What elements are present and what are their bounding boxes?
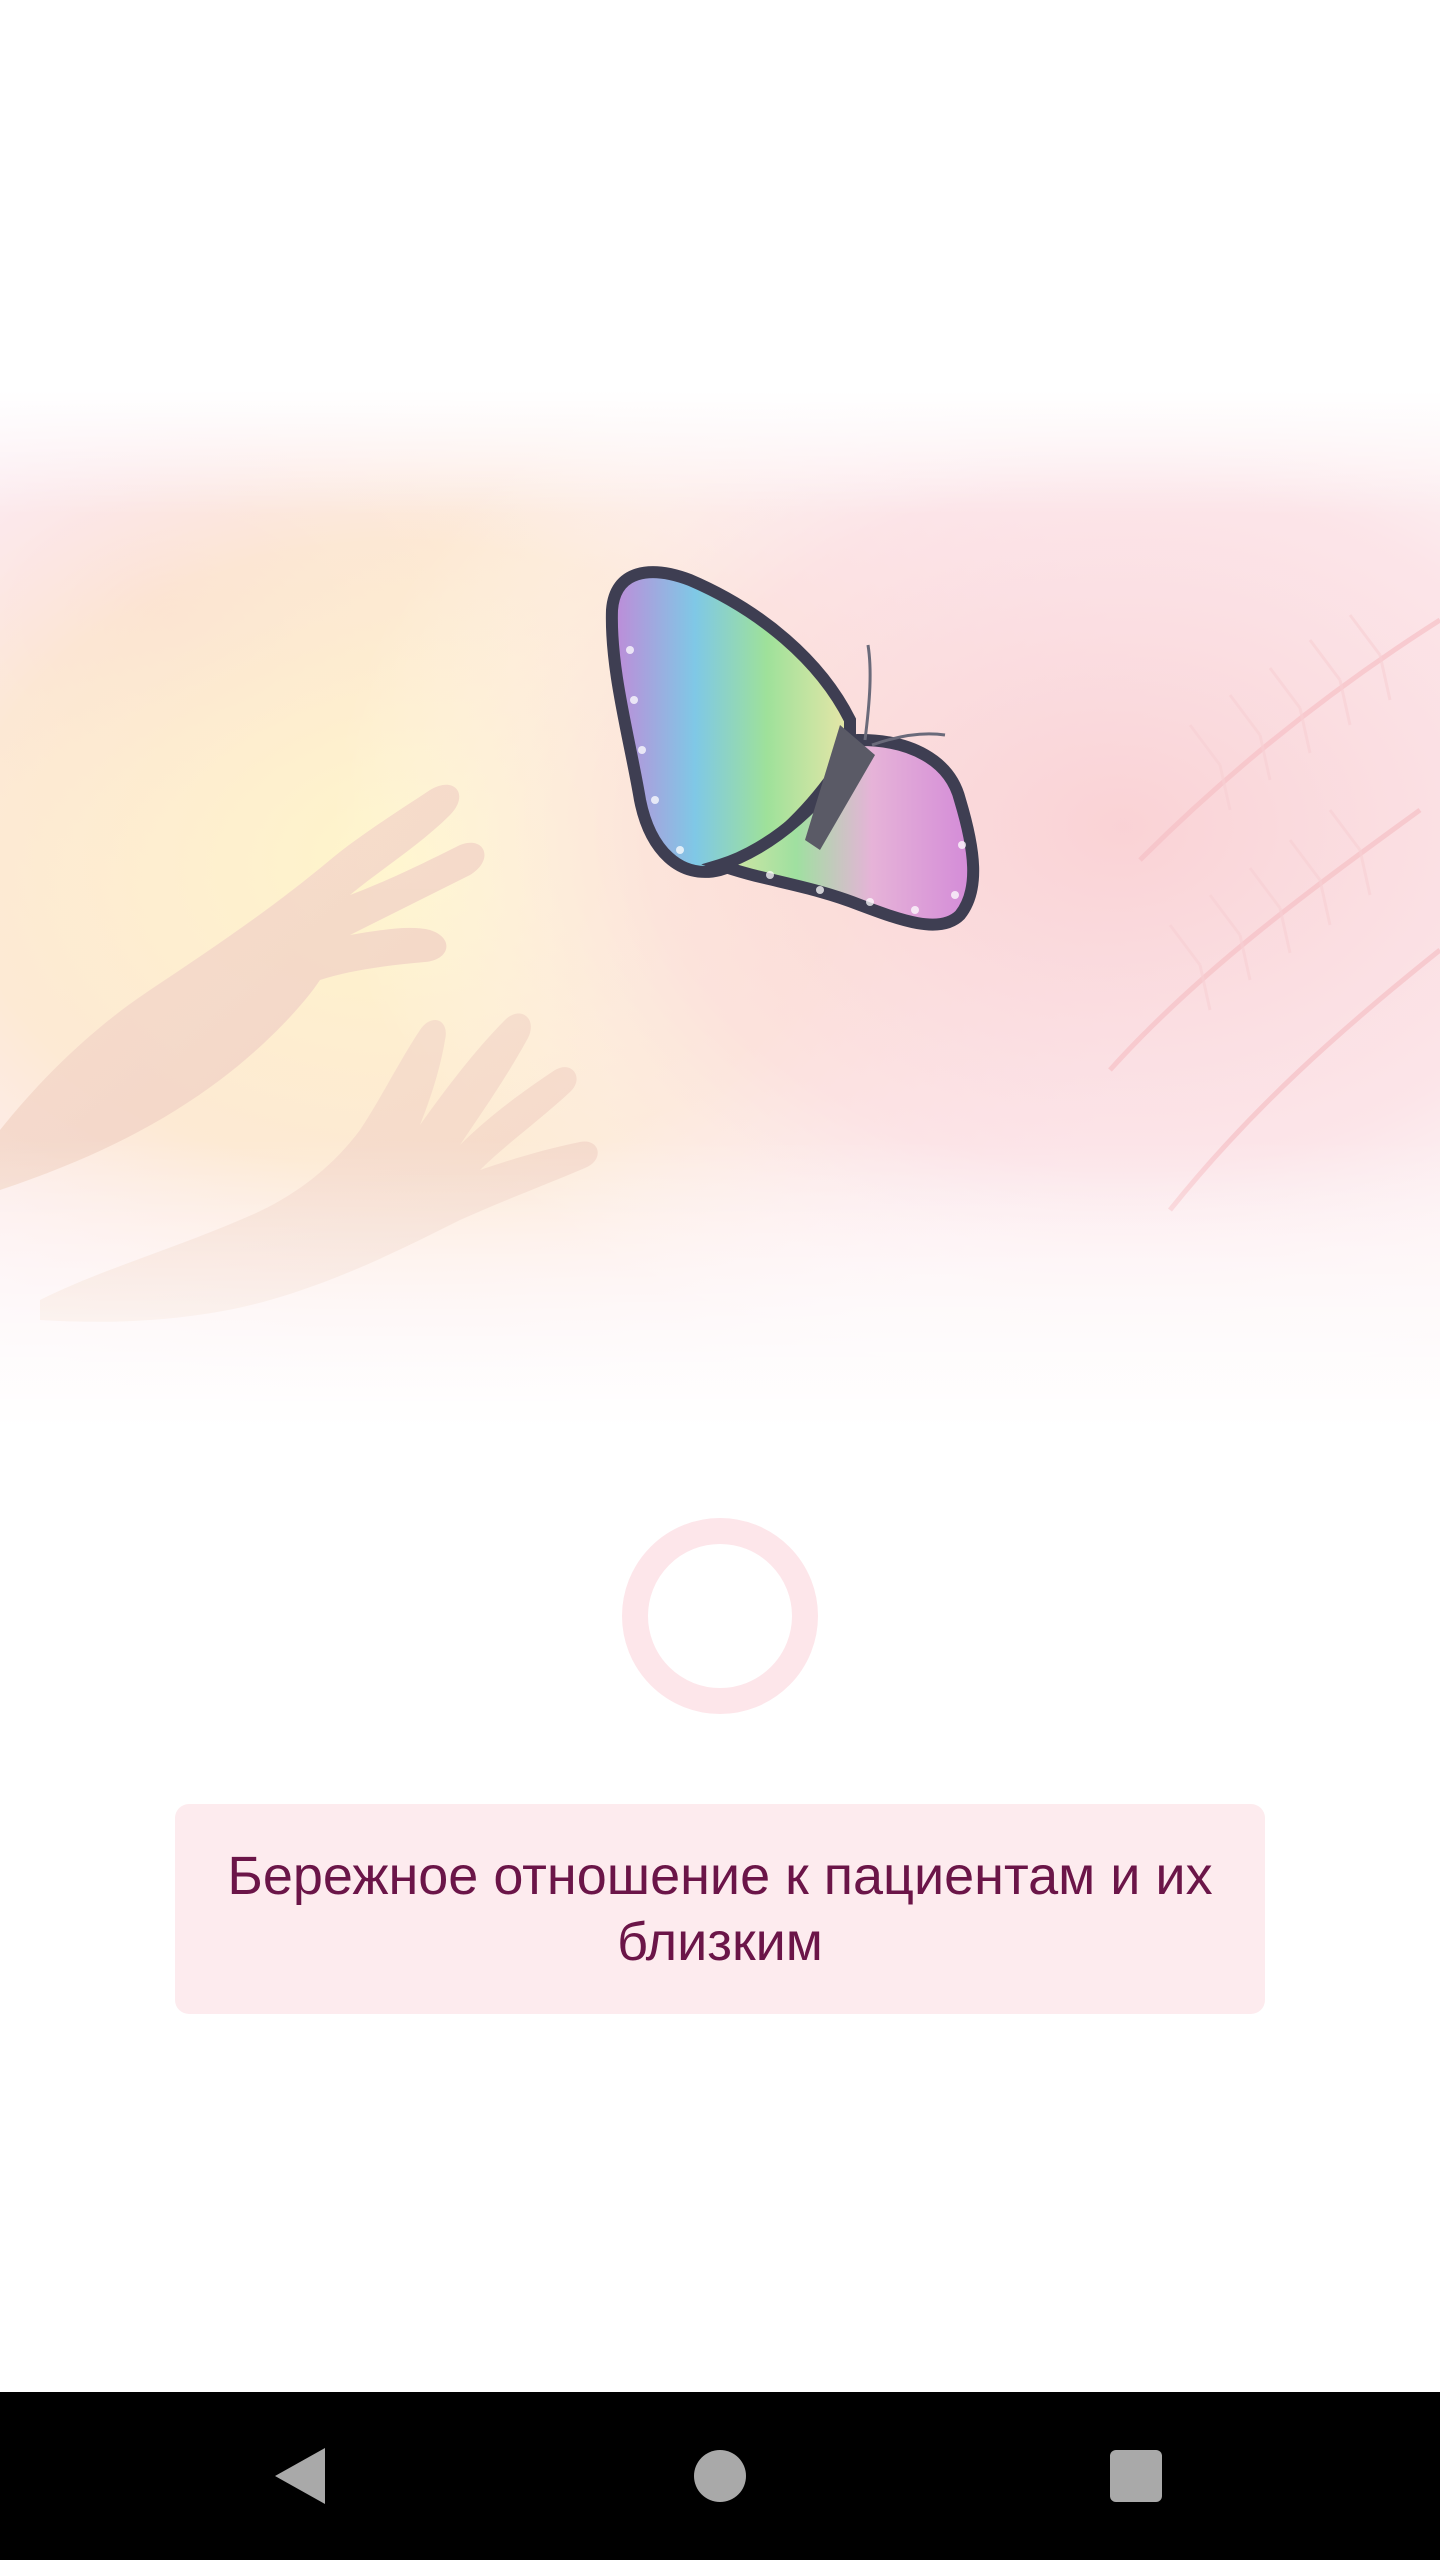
tagline-card: Бережное отношение к пациентам и их близ… [175,1804,1265,2014]
back-icon [275,2448,325,2504]
splash-screen: Бережное отношение к пациентам и их близ… [0,0,1440,2392]
system-navigation-bar [0,2392,1440,2560]
home-icon [694,2450,746,2502]
recents-icon [1110,2450,1162,2502]
home-button[interactable] [670,2426,770,2526]
loading-spinner [622,1518,818,1714]
tagline-text: Бережное отношение к пациентам и их близ… [227,1846,1213,1972]
recents-button[interactable] [1086,2426,1186,2526]
hero-image [0,390,1440,1430]
back-button[interactable] [250,2426,350,2526]
